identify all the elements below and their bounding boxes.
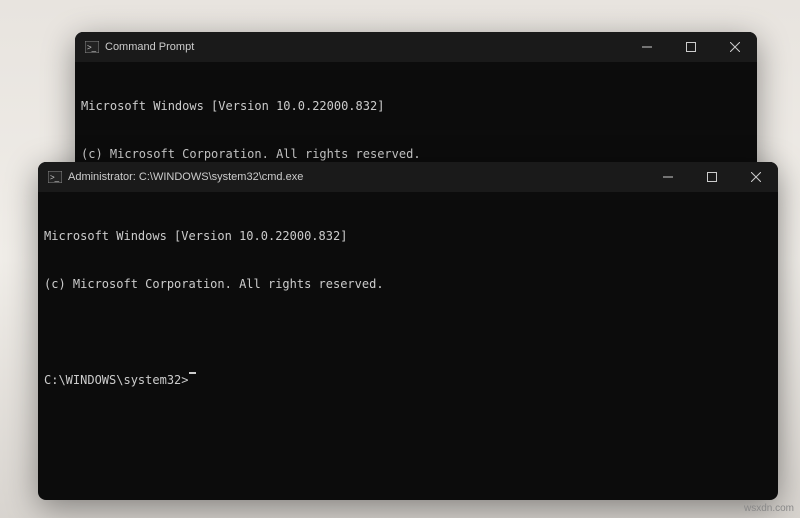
admin-cmd-window: >_ Administrator: C:\WINDOWS\system32\cm… (38, 162, 778, 500)
maximize-button[interactable] (669, 32, 713, 62)
window-controls (625, 32, 757, 62)
window-title: Command Prompt (105, 41, 194, 53)
watermark: wsxdn.com (744, 503, 794, 514)
copyright-line: (c) Microsoft Corporation. All rights re… (81, 146, 751, 162)
cmd-icon: >_ (85, 41, 99, 53)
svg-text:>_: >_ (50, 173, 60, 182)
minimize-button[interactable] (646, 162, 690, 192)
prompt: C:\WINDOWS\system32> (44, 372, 189, 388)
cmd-icon: >_ (48, 171, 62, 183)
version-line: Microsoft Windows [Version 10.0.22000.83… (44, 228, 772, 244)
maximize-button[interactable] (690, 162, 734, 192)
titlebar[interactable]: >_ Command Prompt (75, 32, 757, 62)
terminal-output[interactable]: Microsoft Windows [Version 10.0.22000.83… (38, 192, 778, 424)
window-title: Administrator: C:\WINDOWS\system32\cmd.e… (68, 171, 303, 183)
titlebar[interactable]: >_ Administrator: C:\WINDOWS\system32\cm… (38, 162, 778, 192)
close-button[interactable] (713, 32, 757, 62)
blank-line (44, 324, 772, 340)
window-controls (646, 162, 778, 192)
svg-text:>_: >_ (87, 43, 97, 52)
cursor (189, 372, 196, 374)
version-line: Microsoft Windows [Version 10.0.22000.83… (81, 98, 751, 114)
close-button[interactable] (734, 162, 778, 192)
copyright-line: (c) Microsoft Corporation. All rights re… (44, 276, 772, 292)
minimize-button[interactable] (625, 32, 669, 62)
prompt-line: C:\WINDOWS\system32> (44, 372, 772, 388)
